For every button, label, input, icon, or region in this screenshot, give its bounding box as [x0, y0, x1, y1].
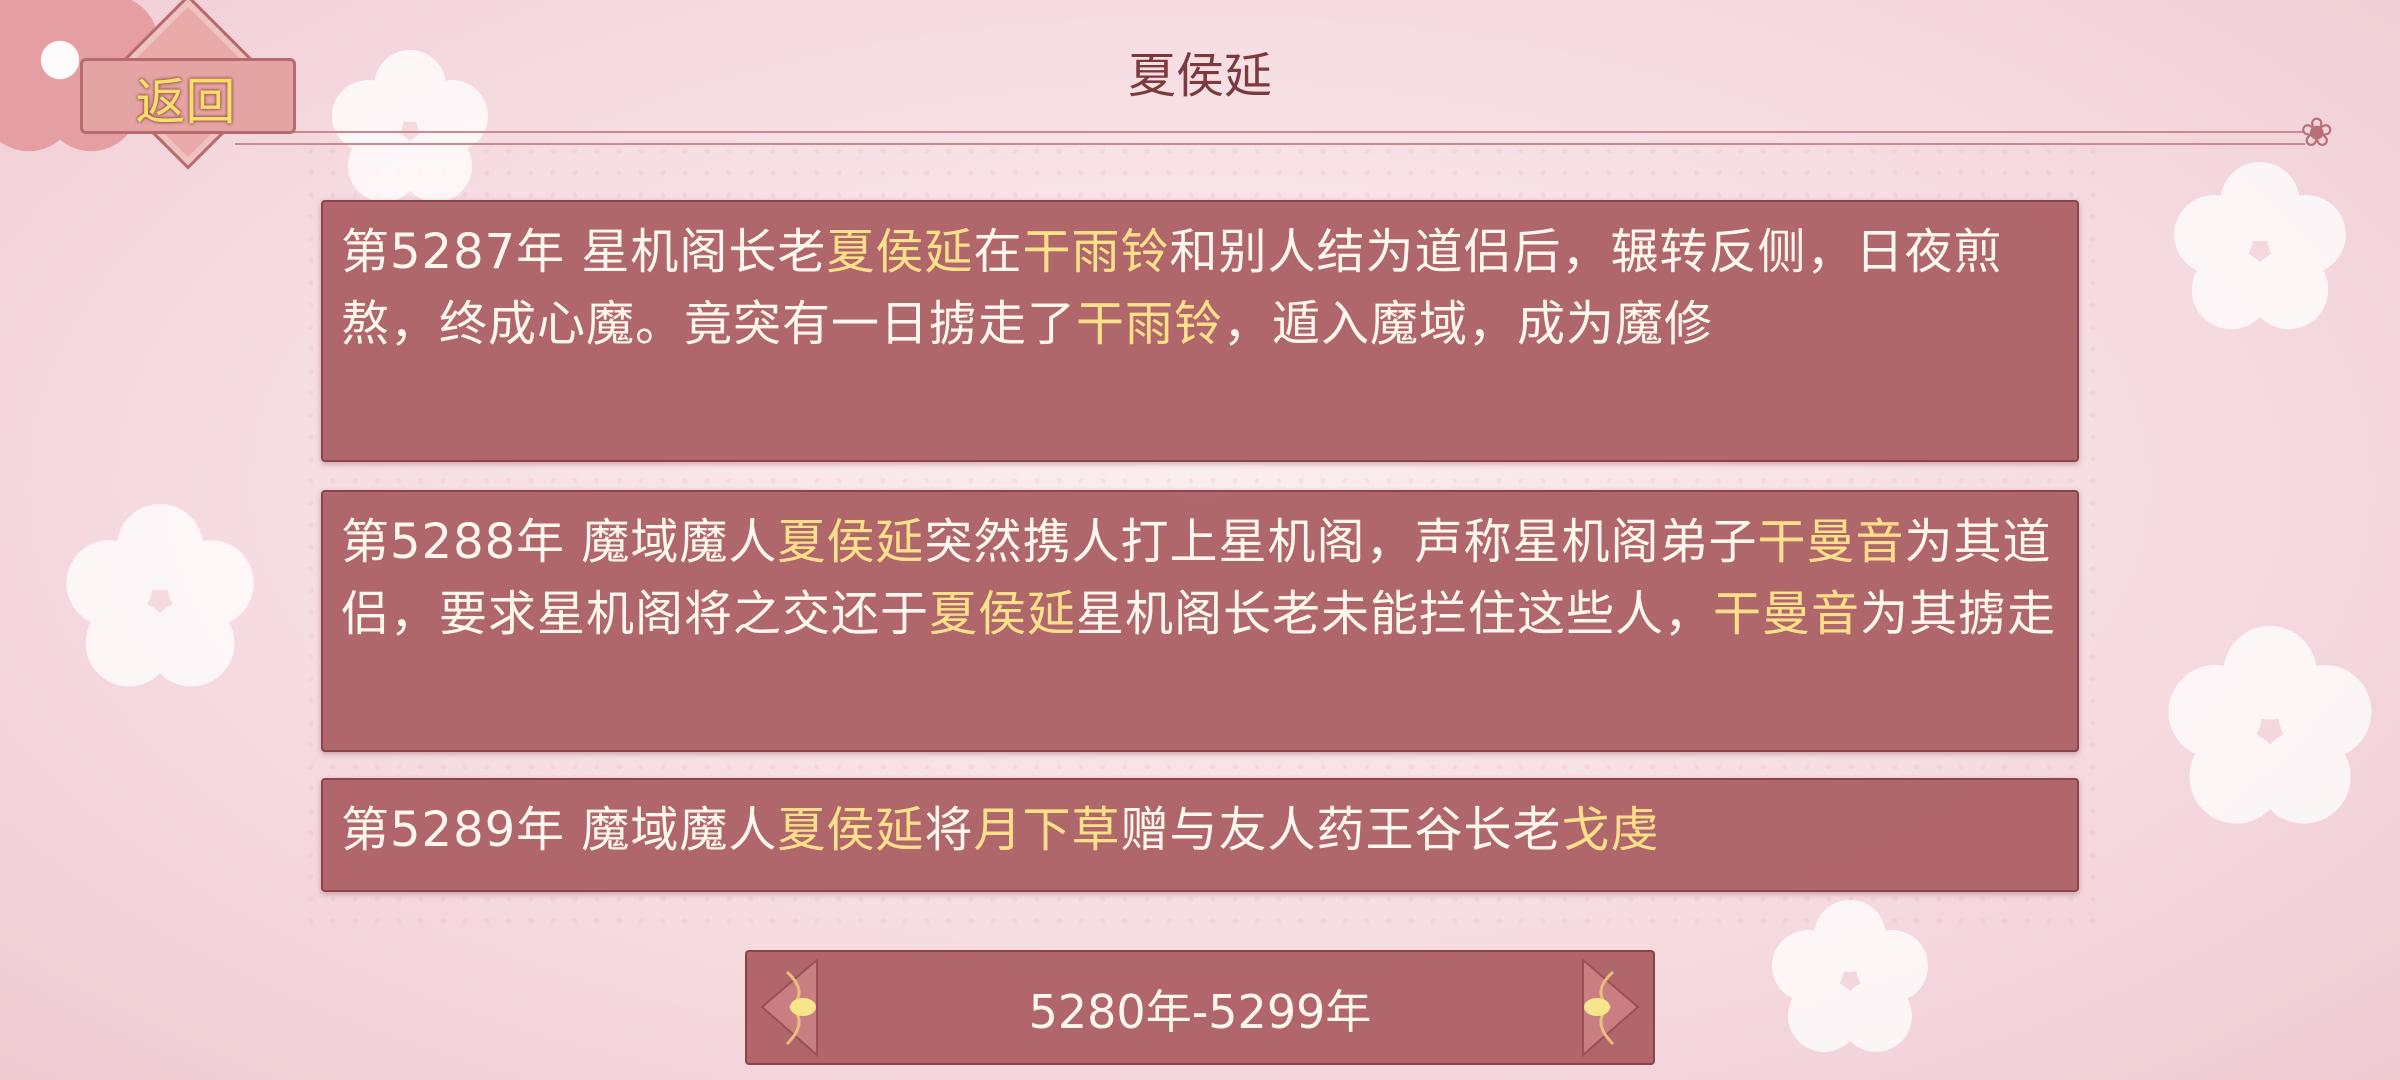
page-title: 夏侯延: [1127, 48, 1272, 104]
cloud-ornament-icon: ❀: [2300, 110, 2334, 156]
event-text: 为其掳走: [1860, 586, 2057, 642]
event-text: 第5289年 魔域魔人: [341, 802, 778, 858]
event-text: ，遁入魔域，成为魔修: [1223, 296, 1714, 352]
back-button[interactable]: 返回: [68, 0, 308, 170]
highlighted-name: 干曼音: [1757, 514, 1905, 570]
highlighted-name: 夏侯延: [826, 224, 974, 280]
event-text: 赠与友人药王谷长老: [1120, 802, 1562, 858]
scroll-right-arrow-icon[interactable]: [1553, 952, 1643, 1063]
highlighted-name: 夏侯延: [777, 802, 925, 858]
blossom-decoration-icon: [1772, 900, 1928, 1052]
blossom-decoration-icon: [2174, 162, 2346, 330]
period-selector[interactable]: 5280年-5299年: [745, 950, 1655, 1065]
event-text: 在: [973, 224, 1023, 280]
event-text: 突然携人打上星机阁，声称星机阁弟子: [924, 514, 1758, 570]
highlighted-name: 干曼音: [1713, 586, 1861, 642]
highlighted-name: 戈虔: [1561, 802, 1660, 858]
highlighted-name: 夏侯延: [777, 514, 925, 570]
event-text: 星机阁长老未能拦住这些人，: [1076, 586, 1714, 642]
blossom-decoration-icon: [66, 504, 254, 687]
blossom-decoration-icon: [2168, 626, 2372, 824]
highlighted-name: 夏侯延: [929, 586, 1077, 642]
event-card: 第5287年 星机阁长老夏侯延在干雨铃和别人结为道侣后，辗转反侧，日夜煎熬，终成…: [321, 200, 2079, 462]
back-button-label: 返回: [135, 73, 236, 131]
event-card: 第5289年 魔域魔人夏侯延将月下草赠与友人药王谷长老戈虔: [321, 778, 2079, 892]
event-card: 第5288年 魔域魔人夏侯延突然携人打上星机阁，声称星机阁弟子干曼音为其道侣，要…: [321, 490, 2079, 752]
highlighted-name: 干雨铃: [1022, 224, 1170, 280]
highlighted-name: 月下草: [973, 802, 1121, 858]
period-label: 5280年-5299年: [1028, 985, 1372, 1039]
header-divider: [235, 131, 2305, 145]
game-screen: ❀ 夏侯延 返回 第5287年 星机阁长老夏侯延在干雨铃和别人结为道侣后，辗转反…: [0, 0, 2400, 1080]
highlighted-name: 干雨铃: [1076, 296, 1224, 352]
event-text: 将: [924, 802, 974, 858]
event-text: 第5288年 魔域魔人: [341, 514, 778, 570]
event-text: 第5287年 星机阁长老: [341, 224, 827, 280]
